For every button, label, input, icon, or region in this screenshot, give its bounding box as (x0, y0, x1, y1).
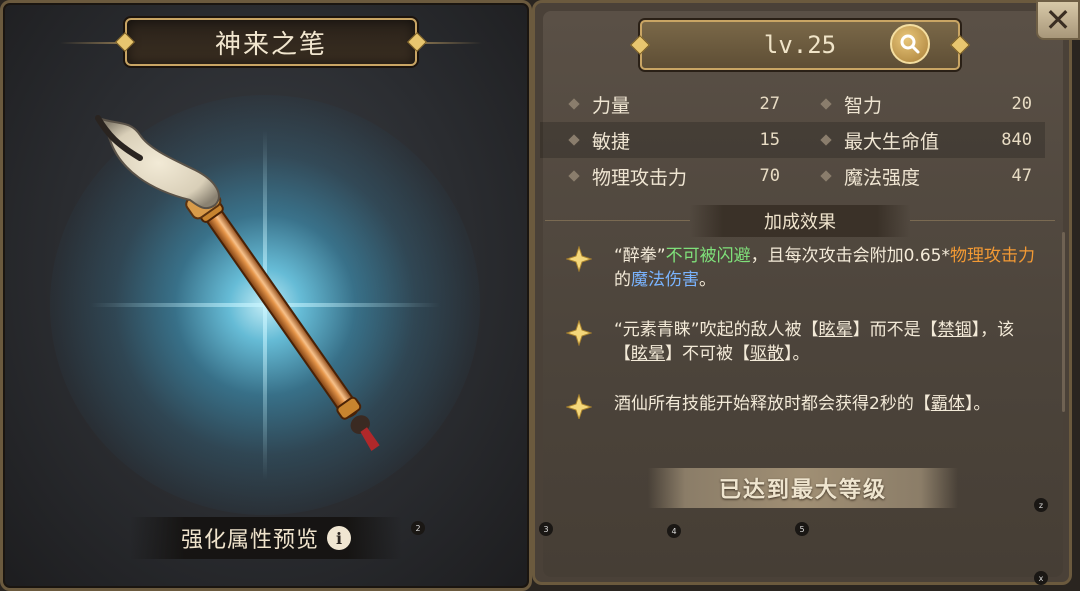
hint-badge: 5 (795, 522, 809, 536)
stat-label: 魔法强度 (844, 166, 921, 189)
bonus-effect-item: “元素青睐”吹起的敌人被【眩晕】而不是【禁锢】，该【眩晕】不可被【驱散】。 (560, 318, 1040, 366)
stat-bullet-icon (568, 98, 580, 110)
bonus-divider-left (545, 220, 690, 221)
close-icon: ✕ (1044, 1, 1072, 39)
bonus-effect-item: “醉拳”不可被闪避，且每次攻击会附加0.65*物理攻击力的魔法伤害。 (560, 244, 1040, 292)
stat-label: 物理攻击力 (592, 166, 688, 189)
stat-label: 智力 (844, 94, 883, 117)
stat-bullet-icon (568, 134, 580, 146)
stat-row: 力量 27 智力 20 (540, 86, 1045, 122)
effect-text: 】。 (964, 394, 991, 414)
effect-text: 的 (614, 270, 631, 290)
stat-value: 70 (759, 166, 780, 186)
hint-badge: 4 (667, 524, 681, 538)
stat-bullet-icon (820, 134, 832, 146)
stat-value: 840 (1001, 130, 1032, 150)
stat-value: 27 (759, 94, 780, 114)
star-bullet-icon (566, 246, 592, 272)
stat-cell: 智力 20 (792, 86, 1044, 122)
search-icon (900, 34, 920, 54)
effect-text[interactable]: 驱散 (750, 344, 784, 364)
item-level: lv.25 (763, 31, 837, 59)
effects-scrollbar[interactable] (1062, 232, 1065, 412)
stats-table: 力量 27 智力 20 敏捷 15 最大生命值 840 物理攻击力 70 魔法强… (540, 86, 1045, 194)
search-button[interactable] (890, 24, 930, 64)
bonus-effects-header: 加成效果 (690, 205, 910, 237)
star-bullet-icon (566, 320, 592, 346)
stat-bullet-icon (820, 170, 832, 182)
max-level-banner: 已达到最大等级 (648, 468, 958, 508)
effect-text: “元素青睐”吹起的敌人被【 (614, 320, 819, 340)
effect-text[interactable]: 禁锢 (938, 320, 972, 340)
effect-text: 】。 (784, 344, 810, 364)
bonus-effects-list[interactable]: “醉拳”不可被闪避，且每次攻击会附加0.65*物理攻击力的魔法伤害。 “元素青睐”… (560, 244, 1040, 419)
effect-text: 。 (699, 270, 716, 290)
stat-cell: 力量 27 (540, 86, 792, 122)
stat-cell: 魔法强度 47 (792, 158, 1044, 194)
enhance-preview-button[interactable]: 强化属性预览 i (130, 517, 402, 559)
star-bullet-icon (566, 394, 592, 419)
stat-bullet-icon (820, 98, 832, 110)
bonus-divider-right (910, 220, 1055, 221)
effect-text[interactable]: 霸体 (931, 394, 965, 414)
hint-badge: 2 (411, 521, 425, 535)
bonus-effect-item: 酒仙所有技能开始释放时都会获得2秒的【霸体】。 (560, 392, 1040, 419)
effect-text: ，且每次攻击会附加0.65* (750, 246, 950, 266)
stat-bullet-icon (568, 170, 580, 182)
stat-cell: 物理攻击力 70 (540, 158, 792, 194)
effect-text: 魔法伤害 (631, 270, 699, 290)
stat-cell: 敏捷 15 (540, 122, 792, 158)
stat-value: 47 (1011, 166, 1032, 186)
stat-label: 敏捷 (592, 130, 631, 153)
hint-badge: x (1034, 571, 1048, 585)
effect-text: 不可被闪避 (665, 246, 751, 266)
hint-badge: z (1034, 498, 1048, 512)
stat-row: 物理攻击力 70 魔法强度 47 (540, 158, 1045, 194)
enhance-preview-label: 强化属性预览 (180, 528, 319, 553)
effect-text: 物理攻击力 (949, 246, 1035, 266)
hint-badge: 3 (539, 522, 553, 536)
stat-label: 力量 (592, 94, 631, 117)
close-button[interactable]: ✕ (1036, 0, 1080, 40)
effect-text[interactable]: 眩晕 (819, 320, 853, 340)
stat-row: 敏捷 15 最大生命值 840 (540, 122, 1045, 158)
calligraphy-brush-icon (95, 115, 380, 451)
effect-text: 酒仙所有技能开始释放时都会获得2秒的【 (614, 394, 931, 414)
stat-label: 最大生命值 (844, 130, 940, 153)
effect-text: 】而不是【 (852, 320, 938, 340)
stat-cell: 最大生命值 840 (792, 122, 1044, 158)
max-level-label: 已达到最大等级 (718, 478, 887, 503)
effect-text: “醉拳” (614, 246, 666, 266)
info-icon[interactable]: i (327, 526, 351, 550)
effect-text[interactable]: 眩晕 (631, 344, 665, 364)
stat-value: 20 (1011, 94, 1032, 114)
effect-text: 】不可被【 (665, 344, 750, 364)
stat-value: 15 (759, 130, 780, 150)
